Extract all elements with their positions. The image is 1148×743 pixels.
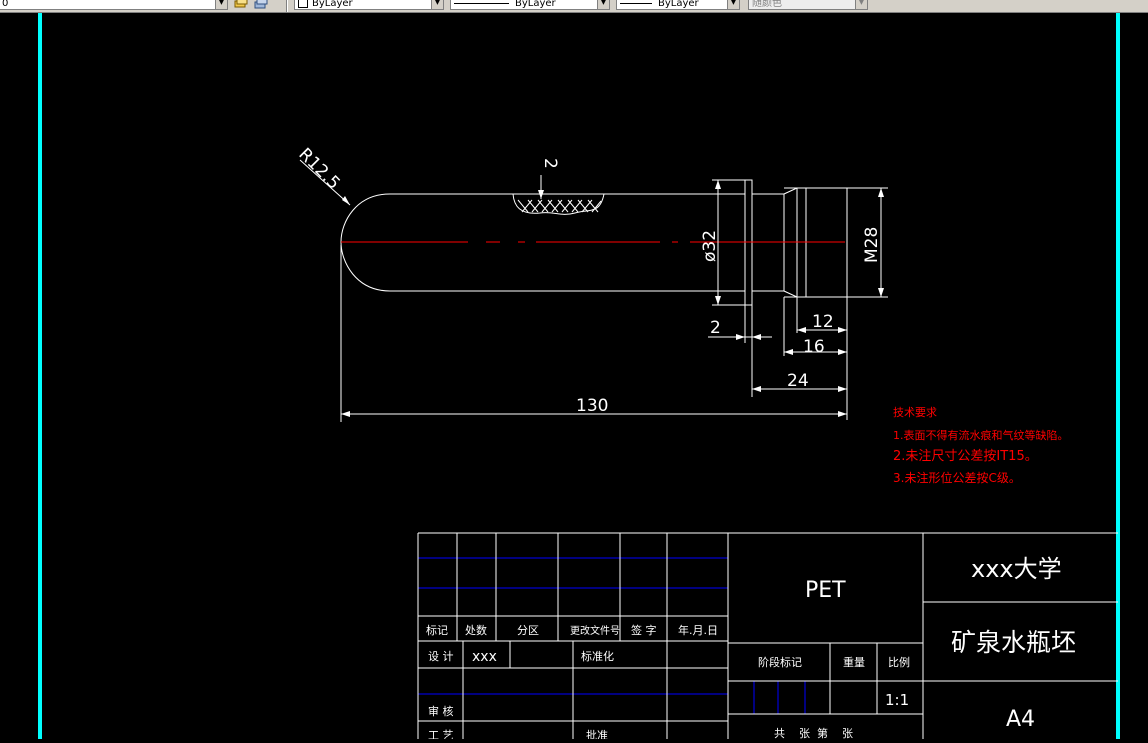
layer-value: 0 [2, 0, 9, 9]
chevron-down-icon[interactable]: ▼ [855, 0, 867, 9]
lineweight-preview [620, 2, 652, 4]
dim-thread: M28 [862, 227, 882, 263]
tech-item-2: 2.未注尺寸公差按IT15。 [893, 449, 1038, 464]
hdr-count: 处数 [465, 624, 487, 637]
hdr-zone: 分区 [517, 624, 539, 637]
linetype-preview [454, 2, 509, 4]
tech-item-1: 1.表面不得有流水痕和气纹等缺陷。 [893, 428, 1069, 442]
lineweight-dropdown[interactable]: ByLayer ▼ [616, 0, 740, 10]
cad-drawing[interactable]: R12.5 2 ø32 M28 2 12 16 24 130 技术要求 1.表面… [0, 13, 1148, 742]
chevron-down-icon[interactable]: ▼ [215, 0, 227, 9]
layer-previous-icon[interactable] [254, 0, 268, 10]
hdr-sign: 签 字 [631, 623, 657, 637]
dimension-texts: R12.5 2 ø32 M28 2 12 16 24 130 [294, 144, 882, 416]
tech-requirements: 技术要求 1.表面不得有流水痕和气纹等缺陷。 2.未注尺寸公差按IT15。 3.… [893, 406, 1069, 485]
design-label: 设 计 [428, 650, 454, 663]
plotstyle-dropdown[interactable]: 随颜色 ▼ [748, 0, 868, 10]
toolbar-separator [286, 0, 288, 12]
chevron-down-icon[interactable]: ▼ [597, 0, 609, 9]
dim-radius: R12.5 [294, 144, 343, 193]
title-block-texts: 标记 处数 分区 更改文件号 签 字 年.月.日 设 计 xxx 标准化 审 核… [426, 555, 1076, 742]
design-value: xxx [472, 649, 497, 665]
craft-label: 工 艺 [428, 729, 454, 739]
chevron-down-icon[interactable]: ▼ [727, 0, 739, 9]
color-value: ByLayer [312, 0, 353, 9]
dim-130: 130 [576, 396, 608, 416]
plotstyle-value: 随颜色 [752, 0, 782, 9]
hdr-date: 年.月.日 [678, 623, 718, 637]
dim-diameter: ø32 [700, 230, 720, 262]
tech-title: 技术要求 [893, 406, 937, 419]
standard-label: 标准化 [581, 649, 614, 663]
dim-thread-depth: 2 [540, 158, 560, 169]
hdr-docno: 更改文件号 [570, 624, 620, 637]
drawing-canvas[interactable]: R12.5 2 ø32 M28 2 12 16 24 130 技术要求 1.表面… [0, 13, 1148, 742]
sheets-label: 共 张 第 张 [774, 726, 853, 739]
lineweight-value: ByLayer [658, 0, 699, 9]
paper-size: A4 [1006, 707, 1035, 732]
hdr-mark: 标记 [426, 623, 448, 637]
color-dropdown[interactable]: ByLayer ▼ [294, 0, 444, 10]
layer-make-current-icon[interactable] [234, 0, 248, 10]
dim-16: 16 [803, 337, 825, 357]
chevron-down-icon[interactable]: ▼ [431, 0, 443, 9]
material: PET [805, 578, 846, 603]
dim-24: 24 [787, 371, 809, 391]
linetype-dropdown[interactable]: ByLayer ▼ [450, 0, 610, 10]
tech-item-3: 3.未注形位公差按C级。 [893, 470, 1021, 485]
linetype-value: ByLayer [515, 0, 556, 9]
school-name: xxx大学 [971, 555, 1062, 583]
layer-dropdown[interactable]: 0 ▼ [0, 0, 228, 10]
scale-label: 比例 [888, 655, 910, 669]
dim-12: 12 [812, 312, 834, 332]
review-label: 审 核 [428, 704, 454, 718]
approve-label: 批准 [586, 728, 608, 739]
title-block: 标记 处数 分区 更改文件号 签 字 年.月.日 设 计 xxx 标准化 审 核… [417, 532, 1118, 742]
part-name: 矿泉水瓶坯 [951, 628, 1076, 657]
stage-label: 阶段标记 [758, 655, 802, 669]
color-swatch [298, 0, 308, 8]
properties-toolbar: 0 ▼ ByLayer ▼ ByLayer ▼ ByLayer ▼ 随颜色 ▼ [0, 0, 1148, 13]
weight-label: 重量 [843, 655, 865, 669]
dim-flange: 2 [710, 318, 721, 338]
scale-value: 1:1 [885, 691, 909, 709]
